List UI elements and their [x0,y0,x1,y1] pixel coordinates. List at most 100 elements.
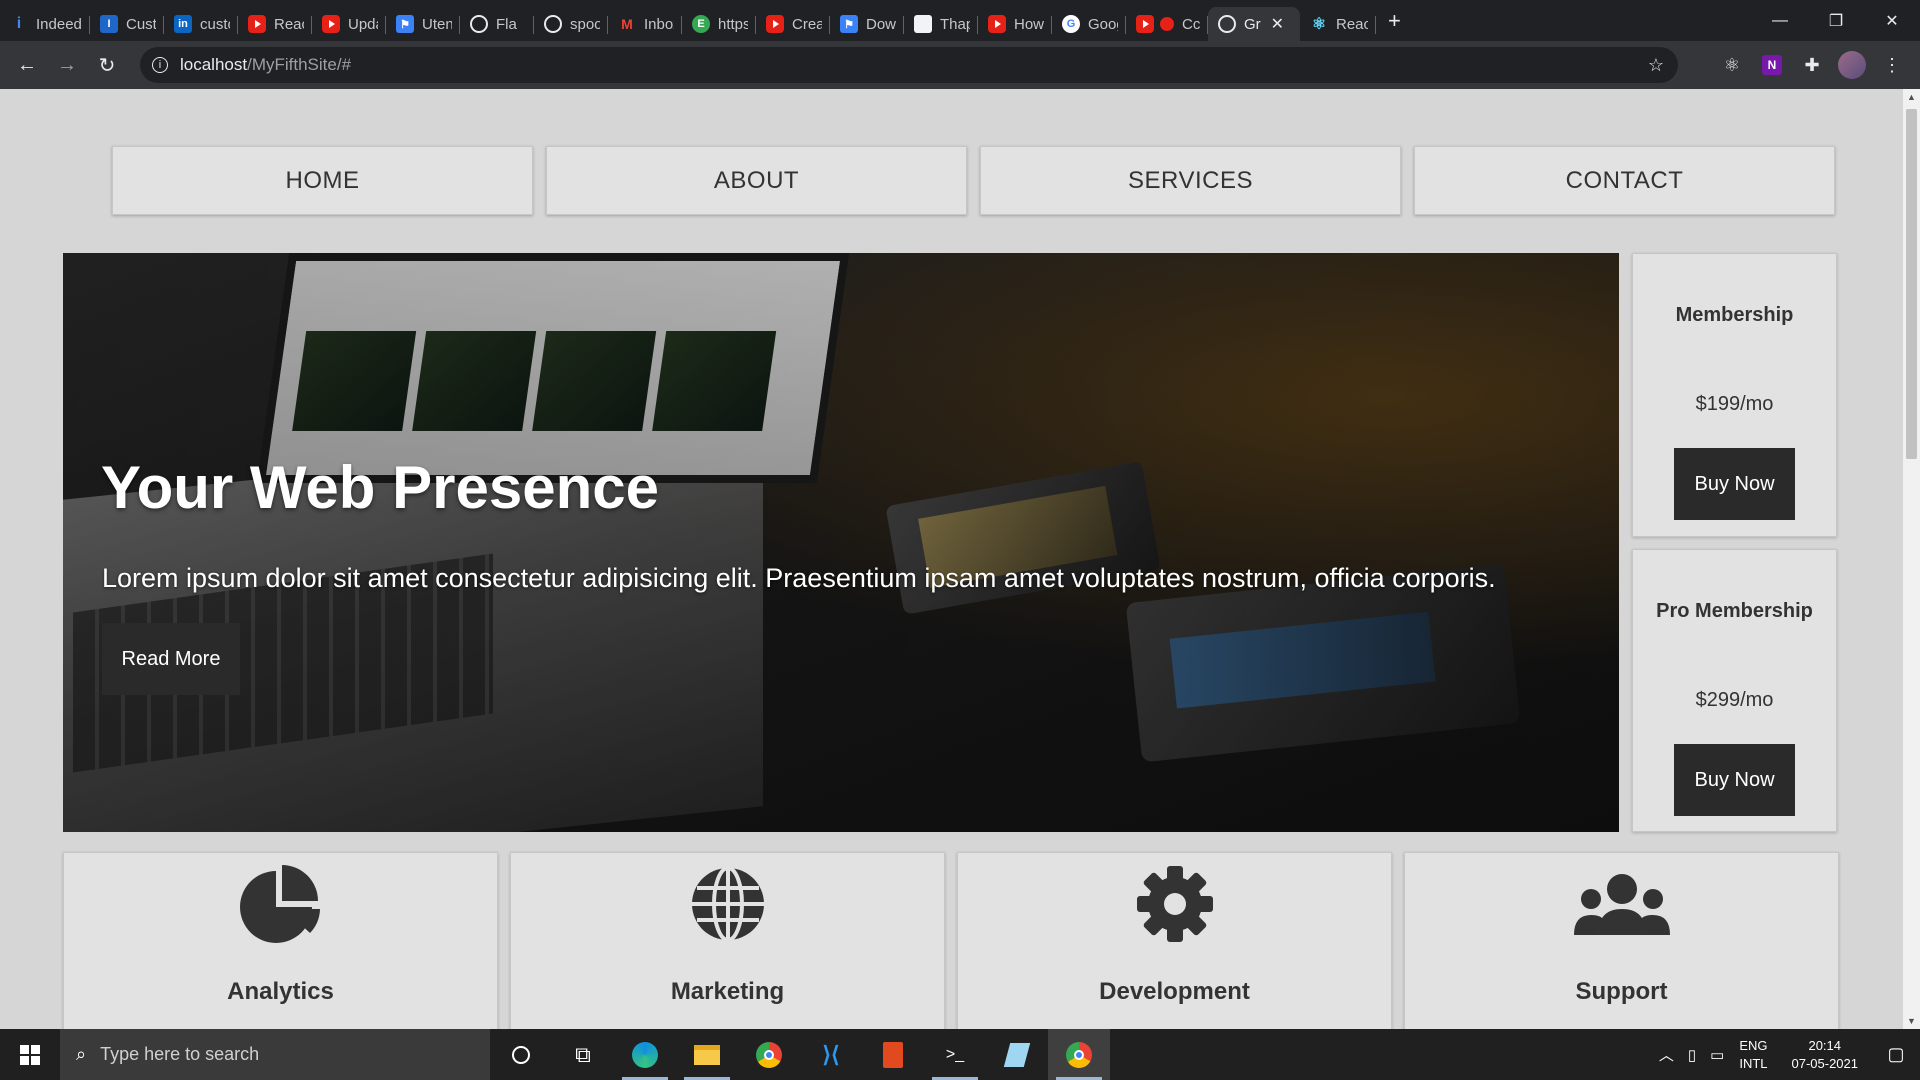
clock-time: 20:14 [1808,1037,1842,1053]
address-bar[interactable]: i localhost/MyFifthSite/# ☆ [140,47,1678,83]
minimize-icon[interactable]: — [1752,0,1808,41]
tab-https[interactable]: Ehttps [682,7,756,41]
hero-banner: Your Web Presence Lorem ipsum dolor sit … [63,253,1619,832]
youtube-icon [248,15,266,33]
site-info-icon[interactable]: i [152,57,168,73]
extensions-puzzle-icon[interactable]: ✚ [1794,47,1830,83]
browser-menu-icon[interactable]: ⋮ [1874,47,1910,83]
features-row: Analytics Marketing Development Support [63,852,1839,1029]
tab-thapa[interactable]: Thapa [904,7,978,41]
tab-how[interactable]: How t [978,7,1052,41]
reload-icon[interactable]: ↻ [87,45,127,85]
taskbar-clock[interactable]: 20:14 07-05-2021 [1792,1037,1859,1073]
pricing-amount: $299/mo [1695,689,1774,711]
globe-icon [1218,15,1236,33]
tab-react[interactable]: ⚛ React [1300,7,1376,41]
task-view-icon[interactable]: ⧉ [552,1029,614,1080]
tab-label: React [1336,15,1368,33]
tab-label: Down [866,15,896,33]
buy-now-button[interactable]: Buy Now [1674,744,1795,816]
google-icon: G [1062,15,1080,33]
pricing-card-membership: Membership $199/mo Buy Now [1632,253,1837,537]
edge-icon[interactable] [614,1029,676,1080]
clock-date: 07-05-2021 [1791,1055,1859,1071]
tab-updat[interactable]: Updat [312,7,386,41]
new-tab-button[interactable]: + [1388,8,1401,34]
chevron-up-icon[interactable]: ︿ [1659,1044,1674,1065]
tab-react-yt[interactable]: React [238,7,312,41]
tab-active[interactable]: Gr ✕ [1208,7,1300,41]
nav-contact[interactable]: CONTACT [1414,146,1835,215]
users-icon [1572,861,1672,947]
onenote-icon[interactable]: N [1754,47,1790,83]
close-window-icon[interactable]: ✕ [1864,0,1920,41]
feature-label: Analytics [227,978,334,1005]
office-icon[interactable] [862,1029,924,1080]
vscode-icon[interactable]: ⟩⟨ [800,1029,862,1080]
chrome-icon[interactable] [738,1029,800,1080]
gmail-icon: M [621,16,633,32]
nav-about[interactable]: ABOUT [546,146,967,215]
notification-icon[interactable]: ▢ [1872,1044,1920,1065]
file-explorer-icon[interactable] [676,1029,738,1080]
tab-custom-1[interactable]: I Custom [90,7,164,41]
taskbar-search[interactable]: ⌕ Type here to search [60,1029,490,1080]
bookmark-star-icon[interactable]: ☆ [1648,55,1664,76]
tab-down[interactable]: ⚑ Down [830,7,904,41]
search-icon: ⌕ [76,1044,87,1064]
start-button[interactable] [0,1029,60,1080]
nav-home[interactable]: HOME [112,146,533,215]
read-more-button[interactable]: Read More [102,623,240,695]
forward-icon[interactable]: → [47,45,87,85]
pricing-title: Pro Membership [1656,600,1813,622]
youtube-icon [322,15,340,33]
tab-custom-2[interactable]: in custom [164,7,238,41]
tab-indeed[interactable]: i Indeed [0,7,90,41]
buy-now-button[interactable]: Buy Now [1674,448,1795,520]
feature-development: Development [957,852,1392,1029]
feature-label: Support [1575,978,1668,1005]
indeed-icon: i [16,15,22,32]
tab-list: i Indeed I Custom in custom React Updat ⚑ Ut… [0,0,1376,41]
youtube-icon [988,15,1006,33]
windows-taskbar: ⌕ Type here to search ⧉ ⟩⟨ >_ ︿ ▯ ▭ ENG … [0,1029,1920,1080]
scroll-down-icon[interactable]: ▼ [1907,1016,1916,1026]
tab-fla[interactable]: Fla [460,7,534,41]
device-icon[interactable]: ▯ [1688,1046,1696,1064]
flag-icon: ⚑ [396,15,414,33]
chart-pie-icon [231,861,331,947]
tab-create[interactable]: Create [756,7,830,41]
scrollbar-thumb[interactable] [1906,109,1917,459]
notepad-icon[interactable] [986,1029,1048,1080]
input-language[interactable]: ENG INTL [1739,1037,1767,1073]
back-icon[interactable]: ← [7,45,47,85]
tab-label: Indeed [36,15,82,33]
cortana-icon[interactable] [490,1029,552,1080]
tab-cc[interactable]: Cc [1126,7,1208,41]
chrome-active-icon[interactable] [1048,1029,1110,1080]
terminal-icon[interactable]: >_ [924,1029,986,1080]
tab-google[interactable]: G Googl [1052,7,1126,41]
globe-icon [678,861,778,947]
page-viewport: HOME ABOUT SERVICES CONTACT Your Web Pre… [0,89,1903,1029]
tab-label: Utensi [422,15,452,33]
pricing-title: Membership [1675,304,1794,326]
react-devtools-icon[interactable]: ⚛ [1714,47,1750,83]
battery-icon[interactable]: ▭ [1710,1046,1724,1064]
globe-icon [544,15,562,33]
feature-marketing: Marketing [510,852,945,1029]
restore-icon[interactable]: ❐ [1808,0,1864,41]
close-tab-icon[interactable]: ✕ [1271,14,1284,34]
tab-inbox[interactable]: M Inbox [608,7,682,41]
nav-services[interactable]: SERVICES [980,146,1401,215]
tab-utensi[interactable]: ⚑ Utensi [386,7,460,41]
scroll-up-icon[interactable]: ▲ [1907,92,1916,102]
profile-avatar[interactable] [1834,47,1870,83]
windows-logo-icon [20,1044,40,1065]
tab-label: Cc [1182,15,1200,33]
tab-label: Inbox [644,15,674,33]
page-scrollbar[interactable]: ▲ ▼ [1903,89,1920,1029]
tab-label: custom [200,15,230,33]
youtube-icon [766,15,784,33]
tab-spoon[interactable]: spoon [534,7,608,41]
